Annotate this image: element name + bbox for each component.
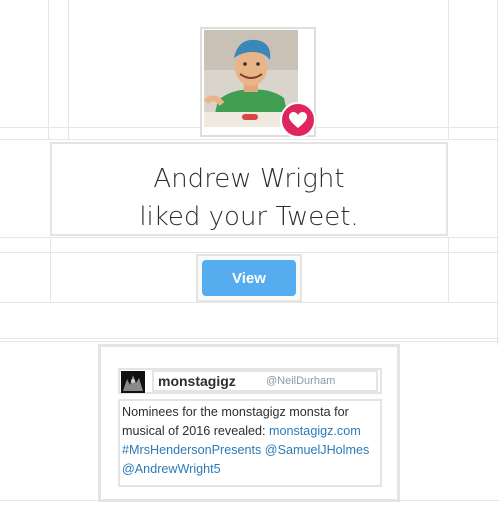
tweet-card[interactable]: monstagigz @NeilDurham Nominees for the …	[98, 344, 400, 502]
tweet-link[interactable]: monstagigz.com	[269, 424, 361, 438]
grid-line	[0, 252, 499, 253]
tweet-author-box: monstagigz @NeilDurham	[152, 370, 378, 392]
tweet-mention[interactable]: @AndrewWright5	[122, 460, 374, 479]
grid-line	[448, 238, 449, 303]
tweet-text-line: musical of 2016 revealed: monstagigz.com	[122, 422, 374, 441]
grid-line	[50, 238, 51, 303]
grid-line	[0, 237, 499, 238]
notification-message: Andrew Wright liked your Tweet.	[50, 142, 448, 236]
tweet-hashtag-line[interactable]: #MrsHendersonPresents @SamuelJHolmes	[122, 441, 374, 460]
grid-line	[0, 341, 499, 342]
view-button[interactable]: View	[202, 260, 296, 296]
tweet-author-handle[interactable]: @NeilDurham	[266, 375, 335, 387]
heart-badge	[280, 102, 316, 138]
grid-line	[68, 0, 69, 140]
notification-action: liked your Tweet.	[139, 202, 359, 232]
view-button-frame: View	[196, 254, 302, 302]
heart-icon	[289, 112, 307, 128]
liker-name[interactable]: Andrew Wright	[52, 164, 446, 194]
grid-line	[0, 139, 499, 140]
tweet-text-plain: musical of 2016 revealed:	[122, 424, 270, 438]
tweet-text-line: Nominees for the monstagigz monsta for	[122, 405, 349, 419]
tweet-author-avatar[interactable]	[121, 371, 145, 393]
grid-line	[48, 0, 49, 140]
tweet-text: Nominees for the monstagigz monsta for m…	[122, 403, 374, 479]
grid-line	[448, 0, 449, 140]
grid-line	[0, 338, 499, 339]
tweet-author-name[interactable]: monstagigz	[158, 373, 236, 389]
grid-line	[0, 302, 499, 303]
tweet-header: monstagigz @NeilDurham	[118, 368, 382, 394]
tweet-body: Nominees for the monstagigz monsta for m…	[118, 399, 382, 487]
grid-line	[497, 0, 498, 345]
